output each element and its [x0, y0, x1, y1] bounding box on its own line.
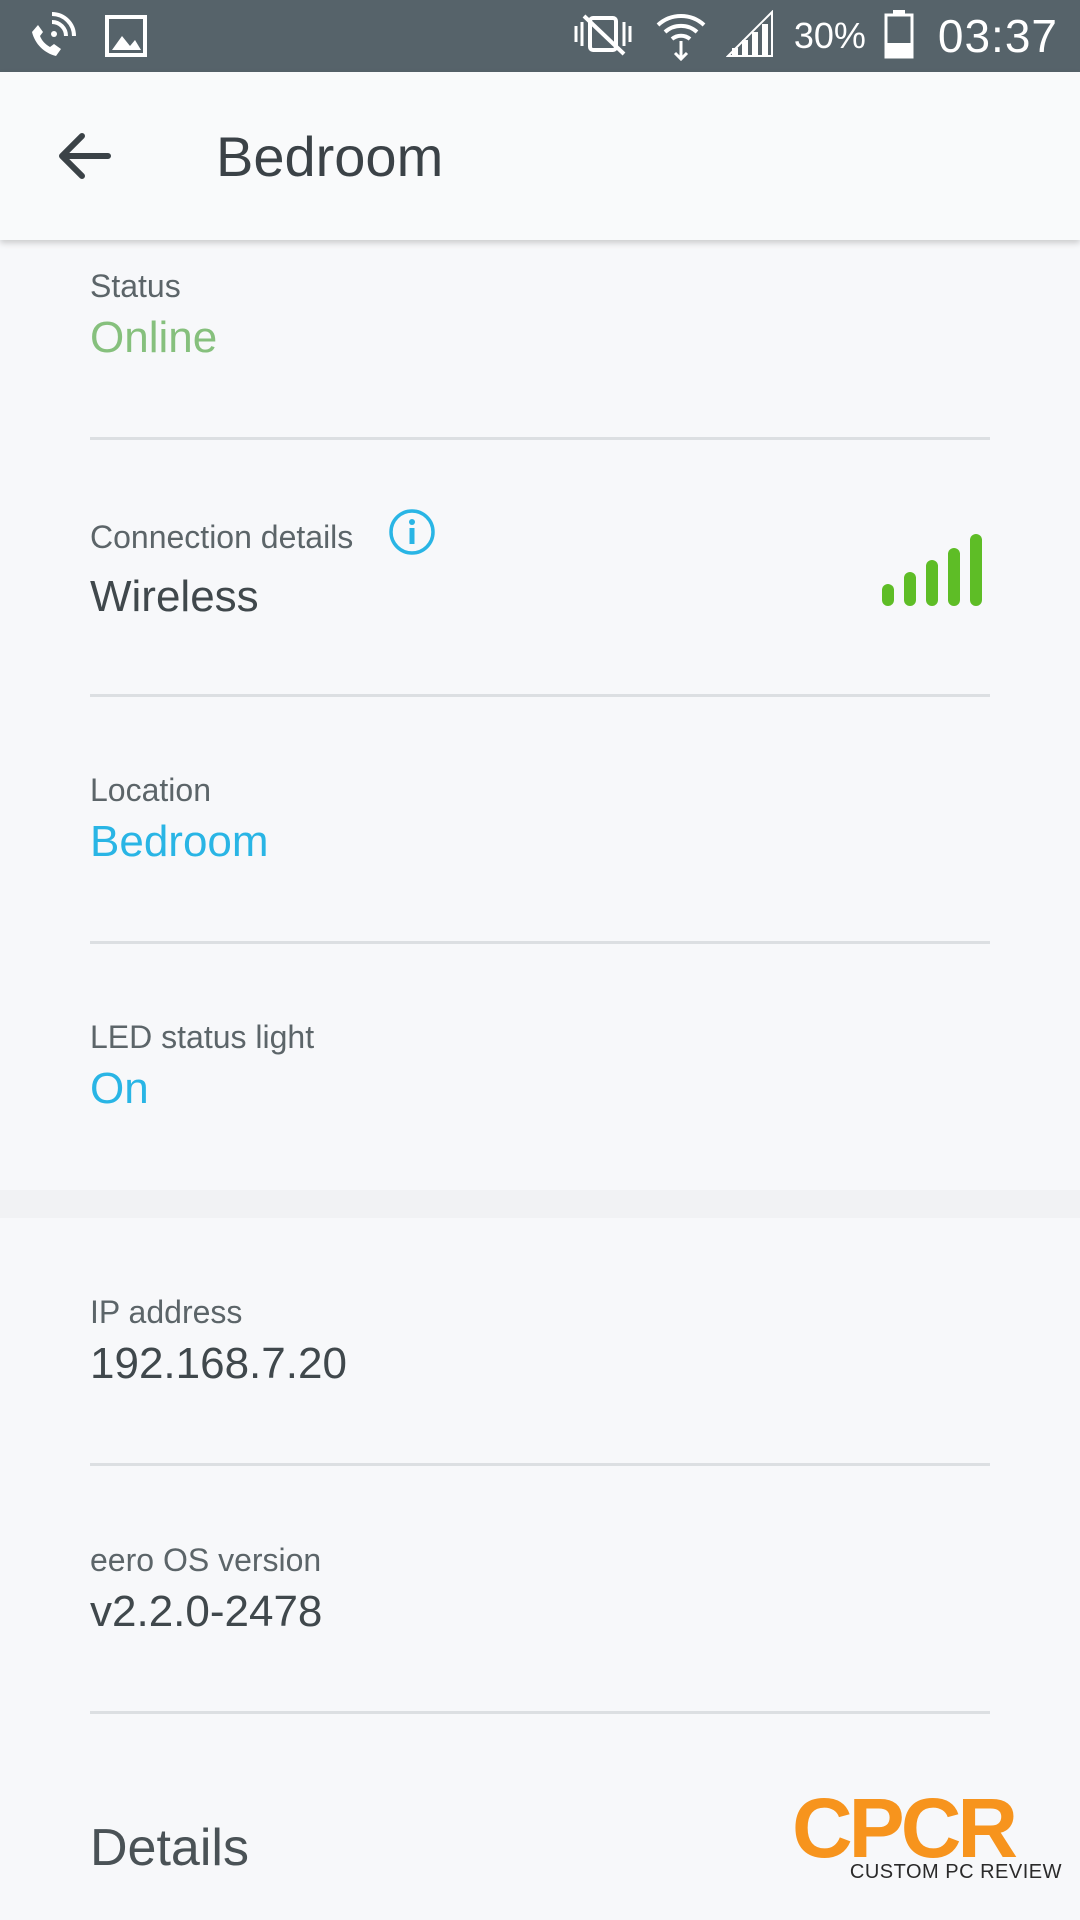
- location-value[interactable]: Bedroom: [90, 814, 990, 870]
- signal-bar-2: [904, 572, 916, 606]
- divider: [90, 941, 990, 944]
- vibrate-muted-icon: [570, 12, 636, 61]
- wifi-icon: [654, 7, 708, 66]
- divider: [90, 1711, 990, 1714]
- location-label: Location: [90, 772, 211, 808]
- location-row[interactable]: Location Bedroom: [90, 770, 990, 870]
- details-heading: Details: [90, 1819, 249, 1877]
- battery-percent: 30%: [793, 15, 866, 56]
- led-value[interactable]: On: [90, 1061, 990, 1117]
- cell-signal-icon: [725, 9, 776, 63]
- battery-icon: [884, 9, 914, 64]
- ip-row: IP address 192.168.7.20: [90, 1292, 990, 1392]
- page-title: Bedroom: [216, 125, 444, 188]
- divider: [90, 437, 990, 440]
- signal-bar-4: [948, 548, 960, 606]
- back-arrow-icon: [59, 133, 111, 179]
- led-row[interactable]: LED status light On: [90, 1017, 990, 1117]
- status-row: Status Online: [90, 266, 990, 366]
- signal-bar-5: [970, 534, 982, 606]
- signal-bar-1: [882, 584, 894, 606]
- connection-label: Connection details: [90, 509, 990, 565]
- signal-bar-3: [926, 560, 938, 606]
- divider: [90, 694, 990, 697]
- os-version-row: eero OS version v2.2.0-2478: [90, 1540, 990, 1640]
- os-version-value: v2.2.0-2478: [90, 1587, 323, 1636]
- status-value: Online: [90, 313, 218, 362]
- ip-label: IP address: [90, 1294, 243, 1330]
- wifi-calling-icon: [26, 12, 76, 65]
- status-label: Status: [90, 268, 181, 304]
- info-icon[interactable]: [388, 508, 436, 565]
- back-button[interactable]: [50, 122, 118, 190]
- section-separator: [0, 1190, 1080, 1218]
- ip-value: 192.168.7.20: [90, 1339, 347, 1388]
- app-bar: Bedroom: [0, 72, 1080, 240]
- led-label: LED status light: [90, 1019, 315, 1055]
- watermark-logo: CPCR: [792, 1781, 1018, 1875]
- os-version-label: eero OS version: [90, 1542, 322, 1578]
- image-icon: [104, 14, 148, 63]
- clock: 03:37: [937, 10, 1058, 62]
- connection-label-text: Connection details: [90, 518, 354, 555]
- watermark-text: CUSTOM PC REVIEW: [849, 1861, 1062, 1883]
- connection-value: Wireless: [90, 572, 259, 621]
- connection-row[interactable]: Connection details Wireless: [90, 509, 990, 625]
- signal-strength-icon: [880, 532, 986, 613]
- watermark: CPCR CUSTOM PC REVIEW: [792, 1781, 1062, 1883]
- status-bar: 30% 03:37: [0, 0, 1080, 72]
- divider: [90, 1463, 990, 1466]
